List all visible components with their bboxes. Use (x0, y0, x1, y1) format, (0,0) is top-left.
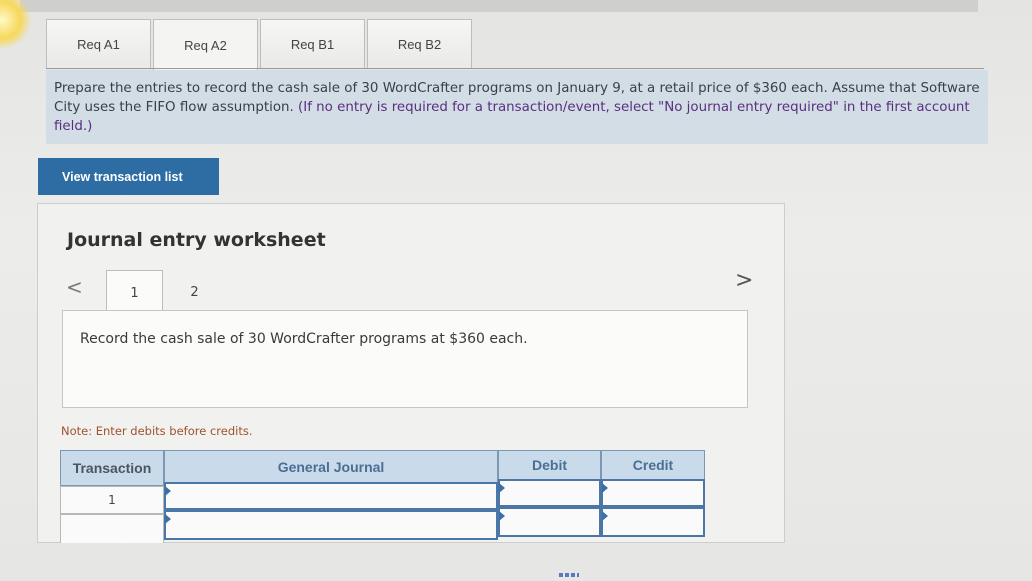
header-credit: Credit (601, 450, 705, 480)
screen-glare (0, 0, 32, 48)
requirement-tabs: Req A1 Req A2 Req B1 Req B2 (46, 19, 474, 71)
row-2-credit-input[interactable] (601, 507, 705, 537)
tab-req-b2[interactable]: Req B2 (367, 19, 472, 69)
next-arrow-icon[interactable]: > (735, 268, 753, 293)
instructions-box: Prepare the entries to record the cash s… (46, 70, 988, 144)
row-2-transaction (60, 514, 164, 543)
header-debit: Debit (498, 450, 601, 480)
browser-top-strip (20, 0, 978, 12)
row-1-transaction: 1 (60, 486, 164, 514)
header-general-journal: General Journal (164, 450, 498, 484)
journal-table: Transaction General Journal Debit Credit… (60, 450, 706, 543)
tab-req-a2[interactable]: Req A2 (153, 19, 258, 71)
row-1-account-input[interactable] (164, 482, 498, 510)
step-tab-1[interactable]: 1 (106, 270, 163, 312)
row-1-credit-input[interactable] (601, 479, 705, 507)
record-description-box: Record the cash sale of 30 WordCrafter p… (62, 310, 748, 408)
tab-req-a1[interactable]: Req A1 (46, 19, 151, 69)
record-description: Record the cash sale of 30 WordCrafter p… (80, 331, 528, 347)
row-2-debit-input[interactable] (498, 507, 601, 537)
tab-divider (46, 68, 984, 69)
step-tab-2[interactable]: 2 (166, 270, 223, 312)
tab-req-b1[interactable]: Req B1 (260, 19, 365, 69)
row-1-debit-input[interactable] (498, 479, 601, 507)
worksheet-title: Journal entry worksheet (67, 229, 326, 251)
header-transaction: Transaction (60, 450, 164, 486)
entry-note: Note: Enter debits before credits. (61, 424, 253, 438)
row-2-account-input[interactable] (164, 510, 498, 540)
grid-dots-icon (559, 573, 579, 577)
view-transaction-list-button[interactable]: View transaction list (38, 158, 219, 195)
prev-arrow-icon[interactable]: < (66, 275, 83, 299)
